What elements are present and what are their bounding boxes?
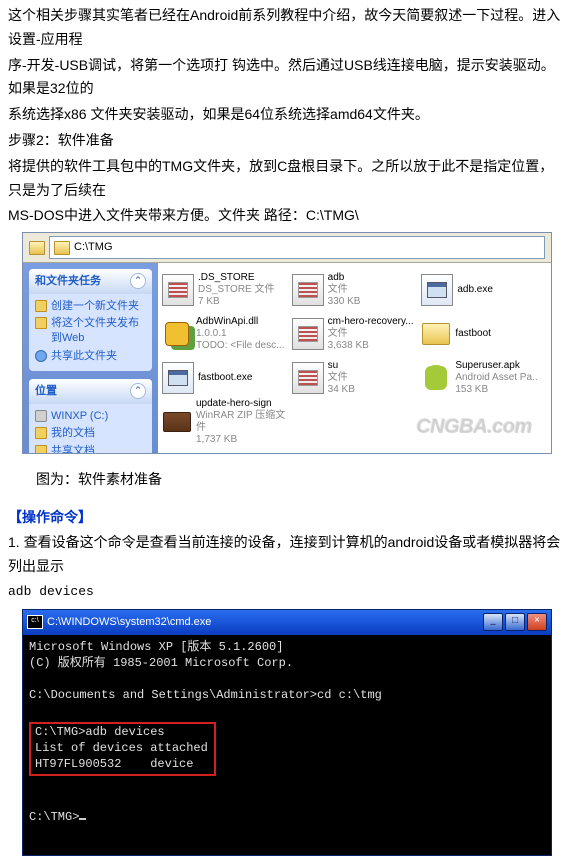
file-meta: DS_STORE 文件 xyxy=(198,284,275,296)
file-name: adb xyxy=(328,272,361,284)
folder-icon xyxy=(29,241,45,255)
panel-title: 位置 xyxy=(35,382,57,401)
command-text: adb devices xyxy=(8,581,564,603)
file-icon xyxy=(162,319,192,349)
places-panel: 位置 ⌃ WINXP (C:) 我的文档 共享文档 我的电脑 xyxy=(29,379,152,453)
cmd-output: Microsoft Windows XP [版本 5.1.2600] (C) 版… xyxy=(23,635,551,855)
paragraph: MS-DOS中进入文件夹带来方便。文件夹 路径：C:\TMG\ xyxy=(8,204,564,228)
file-icon xyxy=(162,274,194,306)
sidebar-item[interactable]: WINXP (C:) xyxy=(35,408,146,425)
file-meta: 153 KB xyxy=(455,384,537,396)
file-meta: 1,737 KB xyxy=(196,434,288,446)
file-meta: 文件 xyxy=(328,372,355,384)
paragraph: 这个相关步骤其实笔者已经在Android前系列教程中介绍，故今天简要叙述一下过程… xyxy=(8,4,564,52)
file-icon xyxy=(162,407,192,437)
file-meta: 文件 xyxy=(328,328,414,340)
file-name: .DS_STORE xyxy=(198,272,275,284)
paragraph: 系统选择x86 文件夹安装驱动，如果是64位系统选择amd64文件夹。 xyxy=(8,103,564,127)
address-path: C:\TMG xyxy=(74,238,113,257)
file-name: update-hero-sign xyxy=(196,398,288,410)
file-item[interactable]: .DS_STOREDS_STORE 文件7 KB xyxy=(162,269,288,311)
maximize-button[interactable]: □ xyxy=(505,613,525,631)
collapse-icon[interactable]: ⌃ xyxy=(130,273,146,289)
explorer-sidebar: 和文件夹任务 ⌃ 创建一个新文件夹 将这个文件夹发布到Web 共享此文件夹 位置… xyxy=(23,263,158,453)
file-icon xyxy=(421,363,451,393)
file-name: su xyxy=(328,360,355,372)
tasks-panel: 和文件夹任务 ⌃ 创建一个新文件夹 将这个文件夹发布到Web 共享此文件夹 xyxy=(29,269,152,371)
close-button[interactable]: × xyxy=(527,613,547,631)
panel-title: 和文件夹任务 xyxy=(35,272,101,291)
paragraph: 序-开发-USB调试，将第一个选项打 钩选中。然后通过USB线连接电脑，提示安装… xyxy=(8,54,564,102)
file-item[interactable]: Superuser.apkAndroid Asset Pa..153 KB xyxy=(421,357,547,399)
file-meta: 7 KB xyxy=(198,296,275,308)
file-item[interactable]: adb文件330 KB xyxy=(292,269,418,311)
file-meta: 34 KB xyxy=(328,384,355,396)
file-name: AdbWinApi.dll xyxy=(196,316,284,328)
file-meta: TODO: <File desc... xyxy=(196,340,284,352)
cmd-title-text: C:\WINDOWS\system32\cmd.exe xyxy=(47,613,211,632)
address-bar: C:\TMG xyxy=(23,233,551,263)
cmd-icon: c:\ xyxy=(27,615,43,629)
file-icon xyxy=(292,318,324,350)
collapse-icon[interactable]: ⌃ xyxy=(130,383,146,399)
sidebar-item[interactable]: 共享此文件夹 xyxy=(35,348,146,365)
paragraph: 步骤2：软件准备 xyxy=(8,129,564,153)
file-item[interactable]: su文件34 KB xyxy=(292,357,418,399)
figure-caption: 图为：软件素材准备 xyxy=(36,468,564,492)
cmd-window: c:\ C:\WINDOWS\system32\cmd.exe _ □ × Mi… xyxy=(22,609,552,856)
folder-icon xyxy=(54,241,70,255)
file-icon xyxy=(292,362,324,394)
explorer-window: C:\TMG 和文件夹任务 ⌃ 创建一个新文件夹 将这个文件夹发布到Web 共享… xyxy=(22,232,552,454)
file-item[interactable]: fastboot.exe xyxy=(162,357,288,399)
file-name: fastboot.exe xyxy=(198,372,252,384)
section-header: 【操作命令】 xyxy=(8,506,564,530)
file-meta: WinRAR ZIP 压缩文件 xyxy=(196,410,288,434)
sidebar-item[interactable]: 共享文档 xyxy=(35,443,146,453)
paragraph: 1. 查看设备这个命令是查看当前连接的设备，连接到计算机的android设备或者… xyxy=(8,531,564,579)
sidebar-item[interactable]: 将这个文件夹发布到Web xyxy=(35,315,146,348)
file-name: fastboot xyxy=(455,328,491,340)
file-meta: 3,638 KB xyxy=(328,340,414,352)
paragraph: 将提供的软件工具包中的TMG文件夹，放到C盘根目录下。之所以放于此不是指定位置，… xyxy=(8,155,564,203)
cmd-titlebar: c:\ C:\WINDOWS\system32\cmd.exe _ □ × xyxy=(23,610,551,635)
address-input[interactable]: C:\TMG xyxy=(49,236,545,259)
sidebar-item[interactable]: 创建一个新文件夹 xyxy=(35,298,146,315)
file-icon xyxy=(162,362,194,394)
file-icon xyxy=(292,274,324,306)
file-item[interactable]: fastboot xyxy=(421,313,547,355)
file-meta: 文件 xyxy=(328,284,361,296)
file-name: adb.exe xyxy=(457,284,493,296)
sidebar-item[interactable]: 我的文档 xyxy=(35,425,146,442)
file-item[interactable]: update-hero-signWinRAR ZIP 压缩文件1,737 KB xyxy=(162,401,288,443)
cursor xyxy=(79,818,86,820)
file-item[interactable]: AdbWinApi.dll1.0.0.1TODO: <File desc... xyxy=(162,313,288,355)
file-name: cm-hero-recovery... xyxy=(328,316,414,328)
minimize-button[interactable]: _ xyxy=(483,613,503,631)
file-item[interactable]: cm-hero-recovery...文件3,638 KB xyxy=(292,313,418,355)
file-name: Superuser.apk xyxy=(455,360,537,372)
file-meta: Android Asset Pa.. xyxy=(455,372,537,384)
file-list: .DS_STOREDS_STORE 文件7 KBadb文件330 KBadb.e… xyxy=(158,263,551,453)
file-icon xyxy=(421,274,453,306)
highlighted-output: C:\TMG>adb devices List of devices attac… xyxy=(29,722,216,777)
file-icon xyxy=(421,319,451,349)
file-item[interactable]: adb.exe xyxy=(421,269,547,311)
file-meta: 1.0.0.1 xyxy=(196,328,284,340)
file-meta: 330 KB xyxy=(328,296,361,308)
